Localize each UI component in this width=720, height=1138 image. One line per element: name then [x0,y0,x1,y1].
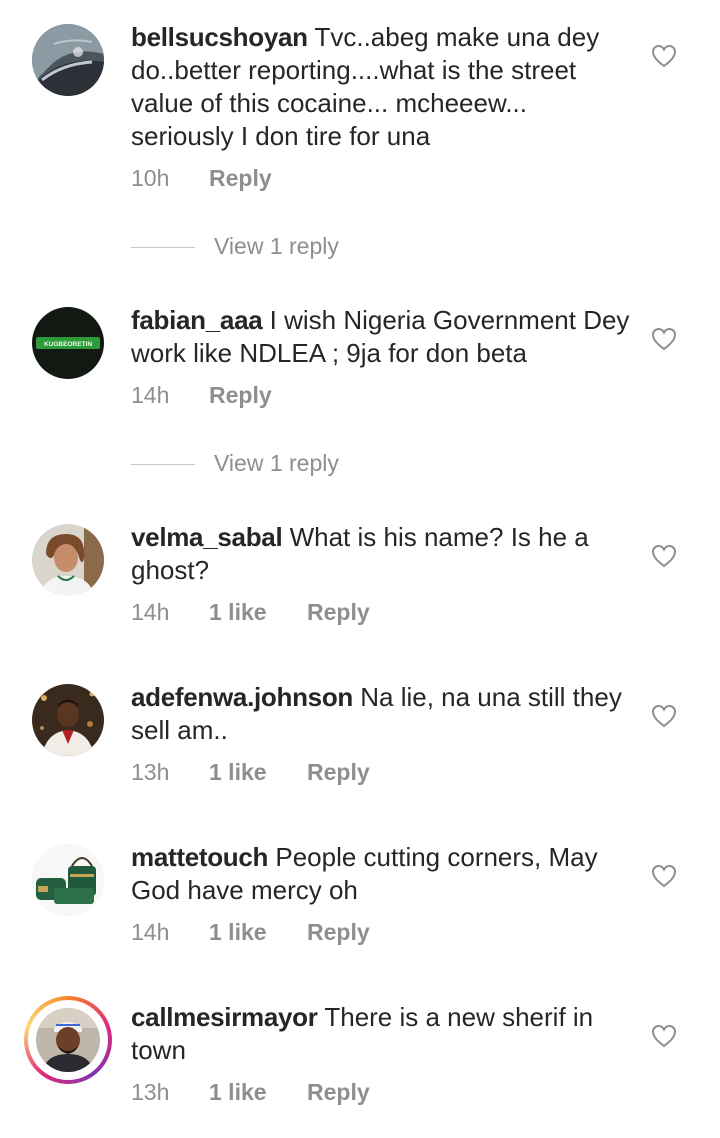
username[interactable]: fabian_aaa [131,305,263,335]
reply-button[interactable]: Reply [307,599,370,626]
heart-icon[interactable] [651,44,677,68]
divider [131,464,195,465]
handbags-avatar-image [32,844,104,916]
username[interactable]: mattetouch [131,842,268,872]
heart-icon[interactable] [651,327,677,351]
username[interactable]: bellsucshoyan [131,22,308,52]
reply-button[interactable]: Reply [307,1079,370,1106]
comment-text: fabian_aaa I wish Nigeria Government Dey… [131,304,631,370]
comment-text: mattetouch People cutting corners, May G… [131,841,631,907]
view-replies-label[interactable]: View 1 reply [214,233,339,260]
man-portrait-avatar-image [32,684,104,756]
timestamp: 13h [131,759,170,785]
green-banner-avatar-image: KUGBEORETIN [32,307,104,379]
comment-text: callmesirmayor There is a new sherif in … [131,1001,631,1067]
man-cap-avatar-image [36,1008,100,1072]
timestamp: 13h [131,1079,170,1105]
avatar-banner-text: KUGBEORETIN [44,341,92,348]
avatar[interactable] [32,844,104,916]
reply-button[interactable]: Reply [209,165,272,192]
heart-icon[interactable] [651,864,677,888]
avatar[interactable] [32,524,104,596]
timestamp: 14h [131,382,170,408]
woman-portrait-avatar-image [32,524,104,596]
timestamp: 14h [131,599,170,625]
username[interactable]: callmesirmayor [131,1002,318,1032]
heart-icon[interactable] [651,704,677,728]
comment-text: bellsucshoyan Tvc..abeg make una dey do.… [131,21,631,153]
reply-button[interactable]: Reply [209,382,272,409]
heart-icon[interactable] [651,1024,677,1048]
reply-button[interactable]: Reply [307,919,370,946]
like-count[interactable]: 1 like [209,919,267,946]
like-count[interactable]: 1 like [209,759,267,786]
username[interactable]: velma_sabal [131,522,283,552]
beach-shoreline-avatar-image [32,24,104,96]
timestamp: 10h [131,165,170,191]
reply-button[interactable]: Reply [307,759,370,786]
view-replies-label[interactable]: View 1 reply [214,450,339,477]
username[interactable]: adefenwa.johnson [131,682,353,712]
comment-text: velma_sabal What is his name? Is he a gh… [131,521,631,587]
comment-text: adefenwa.johnson Na lie, na una still th… [131,681,631,747]
like-count[interactable]: 1 like [209,599,267,626]
avatar[interactable] [32,684,104,756]
avatar[interactable]: KUGBEORETIN [32,307,104,379]
avatar[interactable] [24,996,112,1084]
timestamp: 14h [131,919,170,945]
like-count[interactable]: 1 like [209,1079,267,1106]
divider [131,247,195,248]
heart-icon[interactable] [651,544,677,568]
avatar[interactable] [32,24,104,96]
